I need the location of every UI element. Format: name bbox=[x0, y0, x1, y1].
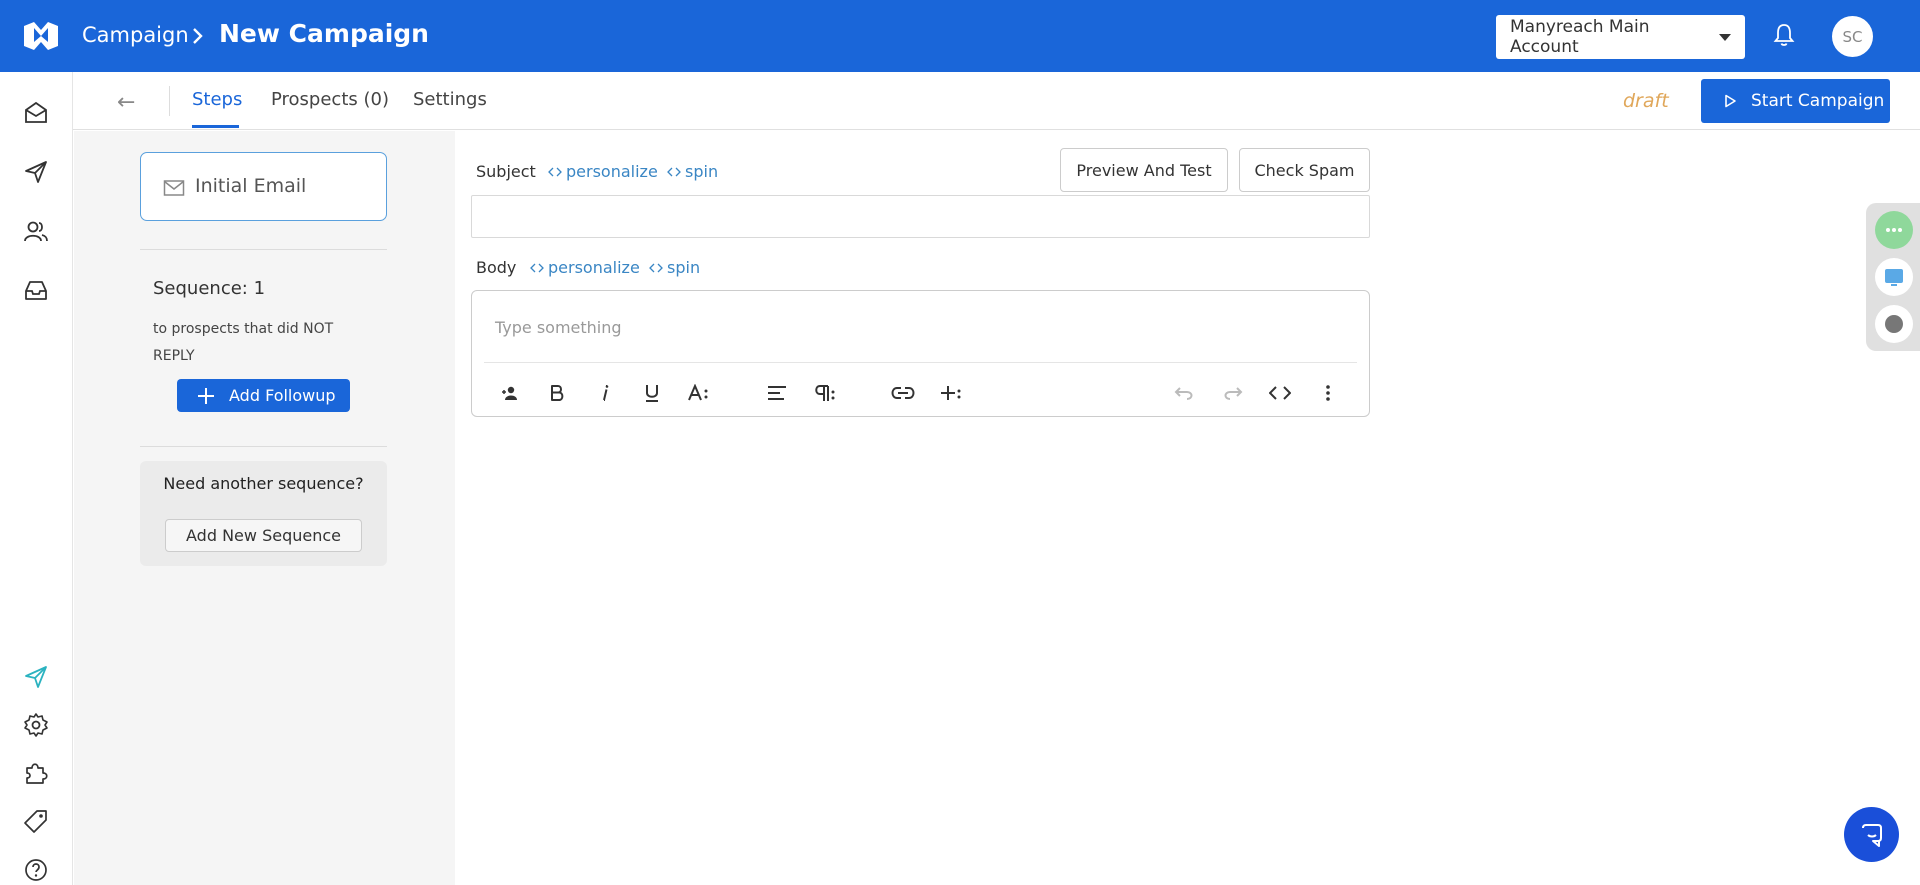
tab-prospects[interactable]: Prospects (0) bbox=[271, 89, 389, 110]
undo-icon[interactable] bbox=[1170, 379, 1198, 407]
add-followup-button[interactable]: Add Followup bbox=[177, 379, 350, 412]
code-brackets-icon bbox=[530, 263, 544, 272]
sequence-description: to prospects that did NOT REPLY bbox=[153, 321, 334, 364]
support-chat-icon[interactable] bbox=[1844, 807, 1899, 862]
subject-input[interactable] bbox=[471, 195, 1370, 238]
send-active-icon[interactable] bbox=[23, 664, 49, 690]
step-initial-email-label: Initial Email bbox=[195, 175, 307, 197]
inbox-icon[interactable] bbox=[23, 277, 49, 303]
back-arrow-icon[interactable]: ← bbox=[117, 90, 135, 115]
user-avatar[interactable]: SC bbox=[1832, 16, 1873, 57]
start-campaign-label: Start Campaign bbox=[1751, 91, 1885, 111]
breadcrumb-campaign[interactable]: Campaign bbox=[82, 23, 189, 47]
more-vertical-icon[interactable] bbox=[1314, 379, 1342, 407]
start-campaign-button[interactable]: Start Campaign bbox=[1701, 79, 1890, 123]
avatar-initials: SC bbox=[1842, 27, 1863, 46]
record-icon[interactable] bbox=[1875, 305, 1913, 343]
plus-icon bbox=[198, 388, 214, 404]
page-title: New Campaign bbox=[219, 19, 429, 48]
divider bbox=[140, 249, 387, 250]
align-icon[interactable] bbox=[763, 379, 791, 407]
help-icon[interactable] bbox=[23, 857, 49, 883]
envelope-icon bbox=[163, 180, 185, 196]
puzzle-icon[interactable] bbox=[23, 760, 49, 786]
need-another-sequence-title: Need another sequence? bbox=[163, 474, 364, 493]
body-personalize-link[interactable]: personalize bbox=[530, 258, 640, 277]
play-icon bbox=[1725, 94, 1736, 108]
chevron-right-icon bbox=[193, 28, 203, 44]
account-selector[interactable]: Manyreach Main Account bbox=[1496, 15, 1745, 59]
chat-dots-icon[interactable] bbox=[1875, 211, 1913, 249]
tab-active-underline bbox=[192, 125, 239, 128]
users-icon[interactable] bbox=[23, 218, 49, 244]
add-followup-label: Add Followup bbox=[229, 386, 336, 405]
body-spin-label: spin bbox=[667, 258, 701, 277]
tab-divider bbox=[169, 86, 170, 116]
text-size-icon[interactable] bbox=[685, 379, 713, 407]
link-icon[interactable] bbox=[889, 379, 917, 407]
editor-divider bbox=[484, 362, 1357, 363]
floating-side-widget bbox=[1866, 203, 1920, 351]
divider bbox=[140, 446, 387, 447]
add-new-sequence-button[interactable]: Add New Sequence bbox=[165, 519, 362, 552]
code-brackets-icon bbox=[667, 167, 681, 176]
body-label: Body bbox=[476, 258, 517, 277]
send-icon[interactable] bbox=[23, 159, 49, 185]
tab-settings[interactable]: Settings bbox=[413, 89, 487, 110]
body-spin-link[interactable]: spin bbox=[649, 258, 700, 277]
subject-personalize-link[interactable]: personalize bbox=[548, 162, 658, 181]
subject-spin-link[interactable]: spin bbox=[667, 162, 718, 181]
body-placeholder: Type something bbox=[495, 318, 622, 337]
account-selector-label: Manyreach Main Account bbox=[1510, 17, 1650, 57]
insert-plus-icon[interactable] bbox=[937, 379, 965, 407]
tag-icon[interactable] bbox=[23, 808, 49, 834]
bold-icon[interactable] bbox=[543, 379, 571, 407]
tab-steps[interactable]: Steps bbox=[192, 89, 242, 110]
preview-and-test-button[interactable]: Preview And Test bbox=[1060, 148, 1228, 192]
caret-down-icon bbox=[1719, 33, 1731, 41]
top-bar: Campaign New Campaign Manyreach Main Acc… bbox=[0, 0, 1920, 72]
manyreach-logo-icon[interactable] bbox=[22, 20, 60, 52]
mail-icon[interactable] bbox=[23, 100, 49, 126]
icon-rail bbox=[0, 72, 73, 885]
status-badge: draft bbox=[1623, 90, 1669, 112]
personalize-tag-icon[interactable] bbox=[496, 379, 524, 407]
code-brackets-icon bbox=[548, 167, 562, 176]
body-personalize-label: personalize bbox=[548, 258, 640, 277]
step-initial-email[interactable]: Initial Email bbox=[140, 152, 387, 221]
underline-icon[interactable] bbox=[638, 379, 666, 407]
subject-label: Subject bbox=[476, 162, 536, 181]
check-spam-button[interactable]: Check Spam bbox=[1239, 148, 1370, 192]
sequence-title: Sequence: 1 bbox=[153, 278, 266, 299]
body-editor[interactable]: Type something bbox=[471, 290, 1370, 417]
bell-icon[interactable] bbox=[1772, 22, 1796, 48]
redo-icon[interactable] bbox=[1219, 379, 1247, 407]
subject-spin-label: spin bbox=[685, 162, 719, 181]
settings-gear-icon[interactable] bbox=[23, 712, 49, 738]
subject-personalize-label: personalize bbox=[566, 162, 658, 181]
need-another-sequence-box: Need another sequence? Add New Sequence bbox=[140, 461, 387, 566]
paragraph-icon[interactable] bbox=[811, 379, 839, 407]
tabs-bar: ← Steps Prospects (0) Settings draft Sta… bbox=[73, 72, 1920, 130]
code-brackets-icon bbox=[649, 263, 663, 272]
screen-capture-icon[interactable] bbox=[1875, 258, 1913, 296]
code-view-icon[interactable] bbox=[1266, 379, 1294, 407]
italic-icon[interactable] bbox=[591, 379, 619, 407]
